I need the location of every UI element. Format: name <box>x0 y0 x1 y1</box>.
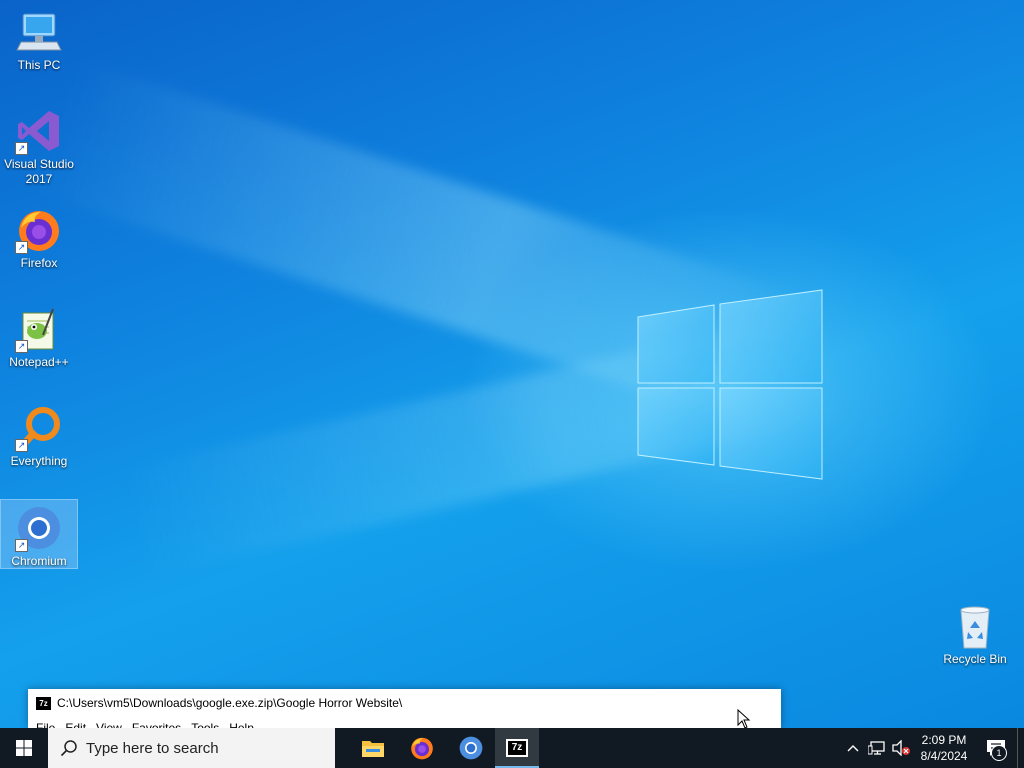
action-center-button[interactable]: 1 <box>975 728 1017 768</box>
chromium-icon <box>459 736 482 760</box>
firefox-icon: ↗ <box>15 206 63 254</box>
system-tray: 2:09 PM 8/4/2024 1 <box>841 728 1024 768</box>
chromium-icon: ↗ <box>15 504 63 552</box>
volume-muted-icon[interactable] <box>889 728 913 768</box>
desktop-icon-notepad-plus-plus[interactable]: ↗ Notepad++ <box>1 301 77 371</box>
taskbar: Type here to search 7z 2:09 PM 8/4/2024 … <box>0 728 1024 768</box>
menu-edit[interactable]: Edit <box>65 717 86 728</box>
menu-help[interactable]: Help <box>229 717 254 728</box>
taskbar-app-chromium[interactable] <box>446 728 495 768</box>
desktop-icon-everything[interactable]: ↗ Everything <box>1 400 77 470</box>
desktop-icon-label: Chromium <box>11 554 67 568</box>
desktop-icon-visual-studio[interactable]: ↗ Visual Studio 2017 <box>1 103 77 187</box>
desktop-icon-label: Everything <box>10 454 68 468</box>
taskbar-app-7zip[interactable]: 7z <box>495 728 539 768</box>
desktop-icon-label: This PC <box>17 58 61 72</box>
taskbar-app-file-explorer[interactable] <box>348 728 397 768</box>
shortcut-arrow-icon: ↗ <box>15 439 28 452</box>
desktop-icon-label: Recycle Bin <box>943 652 1007 666</box>
window-title: C:\Users\vm5\Downloads\google.exe.zip\Go… <box>57 696 403 710</box>
shortcut-arrow-icon: ↗ <box>15 539 28 552</box>
desktop-icon-recycle-bin[interactable]: Recycle Bin <box>937 598 1013 668</box>
everything-search-icon: ↗ <box>15 404 63 452</box>
file-explorer-icon <box>361 741 384 757</box>
start-button[interactable] <box>0 728 48 768</box>
clock-time: 2:09 PM <box>921 733 967 747</box>
desktop[interactable]: This PC ↗ Visual Studio 2017 ↗ Firefox ↗… <box>0 0 1024 728</box>
7zip-app-icon: 7z <box>36 696 51 710</box>
windows-start-icon <box>16 740 32 756</box>
shortcut-arrow-icon: ↗ <box>15 142 28 155</box>
mouse-cursor-icon <box>737 709 751 728</box>
search-placeholder: Type here to search <box>86 739 219 757</box>
desktop-icon-chromium[interactable]: ↗ Chromium <box>0 499 78 569</box>
menu-bar: File Edit View Favorites Tools Help <box>28 717 781 728</box>
show-hidden-icons-chevron-icon[interactable] <box>841 728 865 768</box>
show-desktop-button[interactable] <box>1017 728 1024 768</box>
clock-date: 8/4/2024 <box>920 749 968 763</box>
window-titlebar[interactable]: 7z C:\Users\vm5\Downloads\google.exe.zip… <box>28 689 781 717</box>
search-icon <box>60 740 77 757</box>
7zip-icon: 7z <box>506 739 528 757</box>
taskbar-app-firefox[interactable] <box>397 728 446 768</box>
recycle-bin-icon <box>951 602 999 650</box>
menu-tools[interactable]: Tools <box>191 717 219 728</box>
visual-studio-icon: ↗ <box>15 107 63 155</box>
7zip-icon-label: 7z <box>508 741 526 755</box>
desktop-icon-label: Firefox <box>20 256 58 270</box>
network-icon[interactable] <box>865 728 889 768</box>
notepad-plus-plus-icon: ↗ <box>15 305 63 353</box>
shortcut-arrow-icon: ↗ <box>15 241 28 254</box>
menu-file[interactable]: File <box>36 717 55 728</box>
7zip-file-manager-window[interactable]: 7z C:\Users\vm5\Downloads\google.exe.zip… <box>28 689 781 728</box>
firefox-icon <box>410 737 433 760</box>
desktop-icon-firefox[interactable]: ↗ Firefox <box>1 202 77 272</box>
menu-favorites[interactable]: Favorites <box>132 717 181 728</box>
taskbar-search-box[interactable]: Type here to search <box>48 728 335 768</box>
this-pc-icon <box>15 8 63 56</box>
windows-logo-wallpaper <box>637 289 823 480</box>
taskbar-clock[interactable]: 2:09 PM 8/4/2024 <box>913 732 975 764</box>
desktop-icon-label: Visual Studio 2017 <box>4 157 74 186</box>
desktop-icon-this-pc[interactable]: This PC <box>1 4 77 72</box>
notification-count-badge: 1 <box>991 745 1007 761</box>
shortcut-arrow-icon: ↗ <box>15 340 28 353</box>
menu-view[interactable]: View <box>96 717 122 728</box>
desktop-icon-label: Notepad++ <box>9 355 69 369</box>
